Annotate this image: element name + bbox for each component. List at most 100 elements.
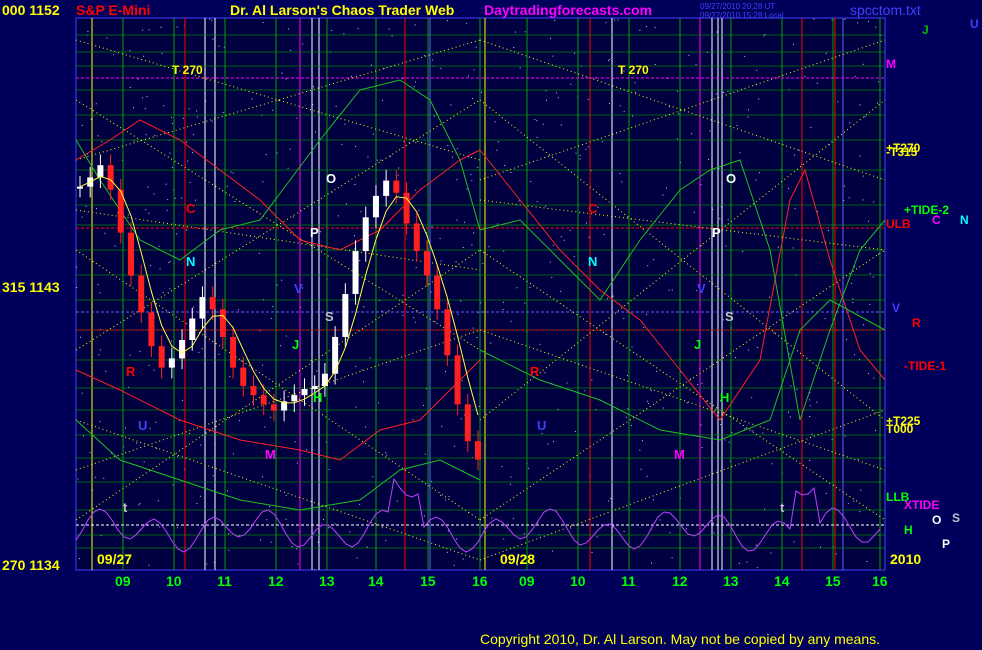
star-dot bbox=[446, 551, 448, 553]
star-dot bbox=[158, 526, 160, 528]
hour-label: 13 bbox=[319, 573, 335, 589]
star-dot bbox=[724, 439, 726, 441]
price-candle bbox=[352, 251, 359, 294]
star-dot bbox=[290, 49, 292, 51]
price-candle bbox=[219, 309, 226, 337]
star-dot bbox=[852, 298, 854, 300]
star-dot bbox=[536, 136, 538, 138]
star-dot bbox=[837, 101, 839, 103]
star-dot bbox=[631, 115, 633, 117]
date-label-2: 09/28 bbox=[500, 551, 535, 567]
star-dot bbox=[226, 185, 228, 187]
star-dot bbox=[587, 98, 589, 100]
star-dot bbox=[619, 173, 621, 175]
star-dot bbox=[794, 154, 796, 156]
hour-label: 14 bbox=[368, 573, 384, 589]
star-dot bbox=[697, 384, 699, 386]
price-candle bbox=[291, 395, 298, 402]
star-dot bbox=[285, 518, 287, 520]
star-dot bbox=[354, 184, 356, 186]
star-dot bbox=[744, 55, 746, 57]
star-dot bbox=[652, 499, 654, 501]
star-dot bbox=[585, 148, 587, 150]
star-dot bbox=[862, 175, 864, 177]
price-candle bbox=[423, 251, 430, 276]
star-dot bbox=[586, 222, 588, 224]
right-label: N bbox=[960, 213, 969, 227]
star-dot bbox=[744, 428, 746, 430]
star-dot bbox=[645, 26, 647, 28]
star-dot bbox=[334, 523, 336, 525]
star-dot bbox=[701, 447, 703, 449]
star-dot bbox=[631, 346, 633, 348]
chart-label: t bbox=[123, 500, 128, 515]
star-dot bbox=[278, 100, 280, 102]
star-dot bbox=[345, 203, 347, 205]
star-dot bbox=[796, 388, 798, 390]
star-dot bbox=[746, 561, 748, 563]
star-dot bbox=[363, 306, 365, 308]
star-dot bbox=[147, 186, 149, 188]
star-dot bbox=[541, 433, 543, 435]
hour-label: 11 bbox=[621, 573, 636, 589]
star-dot bbox=[758, 98, 760, 100]
price-candle bbox=[199, 297, 206, 319]
star-dot bbox=[623, 111, 625, 113]
star-dot bbox=[440, 260, 442, 262]
chart-label: C bbox=[186, 201, 196, 216]
date-label-1: 09/27 bbox=[97, 551, 132, 567]
star-dot bbox=[529, 286, 531, 288]
star-dot bbox=[176, 527, 178, 529]
star-dot bbox=[297, 563, 299, 565]
star-dot bbox=[523, 533, 525, 535]
star-dot bbox=[709, 130, 711, 132]
star-dot bbox=[862, 63, 864, 65]
star-dot bbox=[470, 174, 472, 176]
star-dot bbox=[552, 244, 554, 246]
star-dot bbox=[804, 75, 806, 77]
star-dot bbox=[189, 432, 191, 434]
star-dot bbox=[335, 105, 337, 107]
star-dot bbox=[366, 546, 368, 548]
star-dot bbox=[569, 230, 571, 232]
star-dot bbox=[536, 120, 538, 122]
star-dot bbox=[285, 494, 287, 496]
star-dot bbox=[472, 97, 474, 99]
price-candle bbox=[383, 180, 390, 196]
star-dot bbox=[226, 490, 228, 492]
star-dot bbox=[361, 369, 363, 371]
star-dot bbox=[665, 187, 667, 189]
star-dot bbox=[544, 372, 546, 374]
star-dot bbox=[402, 314, 404, 316]
chart-label: M bbox=[674, 447, 685, 462]
price-candle bbox=[332, 336, 339, 374]
star-dot bbox=[650, 389, 652, 391]
star-dot bbox=[240, 360, 242, 362]
star-dot bbox=[617, 19, 619, 21]
star-dot bbox=[222, 112, 224, 114]
star-dot bbox=[497, 141, 499, 143]
star-dot bbox=[287, 167, 289, 169]
star-dot bbox=[139, 350, 141, 352]
price-candle bbox=[77, 186, 83, 189]
star-dot bbox=[378, 402, 380, 404]
star-dot bbox=[402, 294, 404, 296]
star-dot bbox=[534, 119, 536, 121]
star-dot bbox=[296, 117, 298, 119]
star-dot bbox=[206, 563, 208, 565]
star-dot bbox=[456, 219, 458, 221]
star-dot bbox=[869, 303, 871, 305]
hour-label: 10 bbox=[570, 573, 586, 589]
star-dot bbox=[859, 155, 861, 157]
star-dot bbox=[566, 382, 568, 384]
star-dot bbox=[341, 143, 343, 145]
star-dot bbox=[432, 59, 434, 61]
star-dot bbox=[751, 397, 753, 399]
star-dot bbox=[501, 466, 503, 468]
y-label-bottom: 270 1134 bbox=[2, 557, 60, 573]
chart-label: C bbox=[588, 201, 598, 216]
star-dot bbox=[330, 29, 332, 31]
star-dot bbox=[261, 364, 263, 366]
star-dot bbox=[423, 55, 425, 57]
star-dot bbox=[289, 148, 291, 150]
